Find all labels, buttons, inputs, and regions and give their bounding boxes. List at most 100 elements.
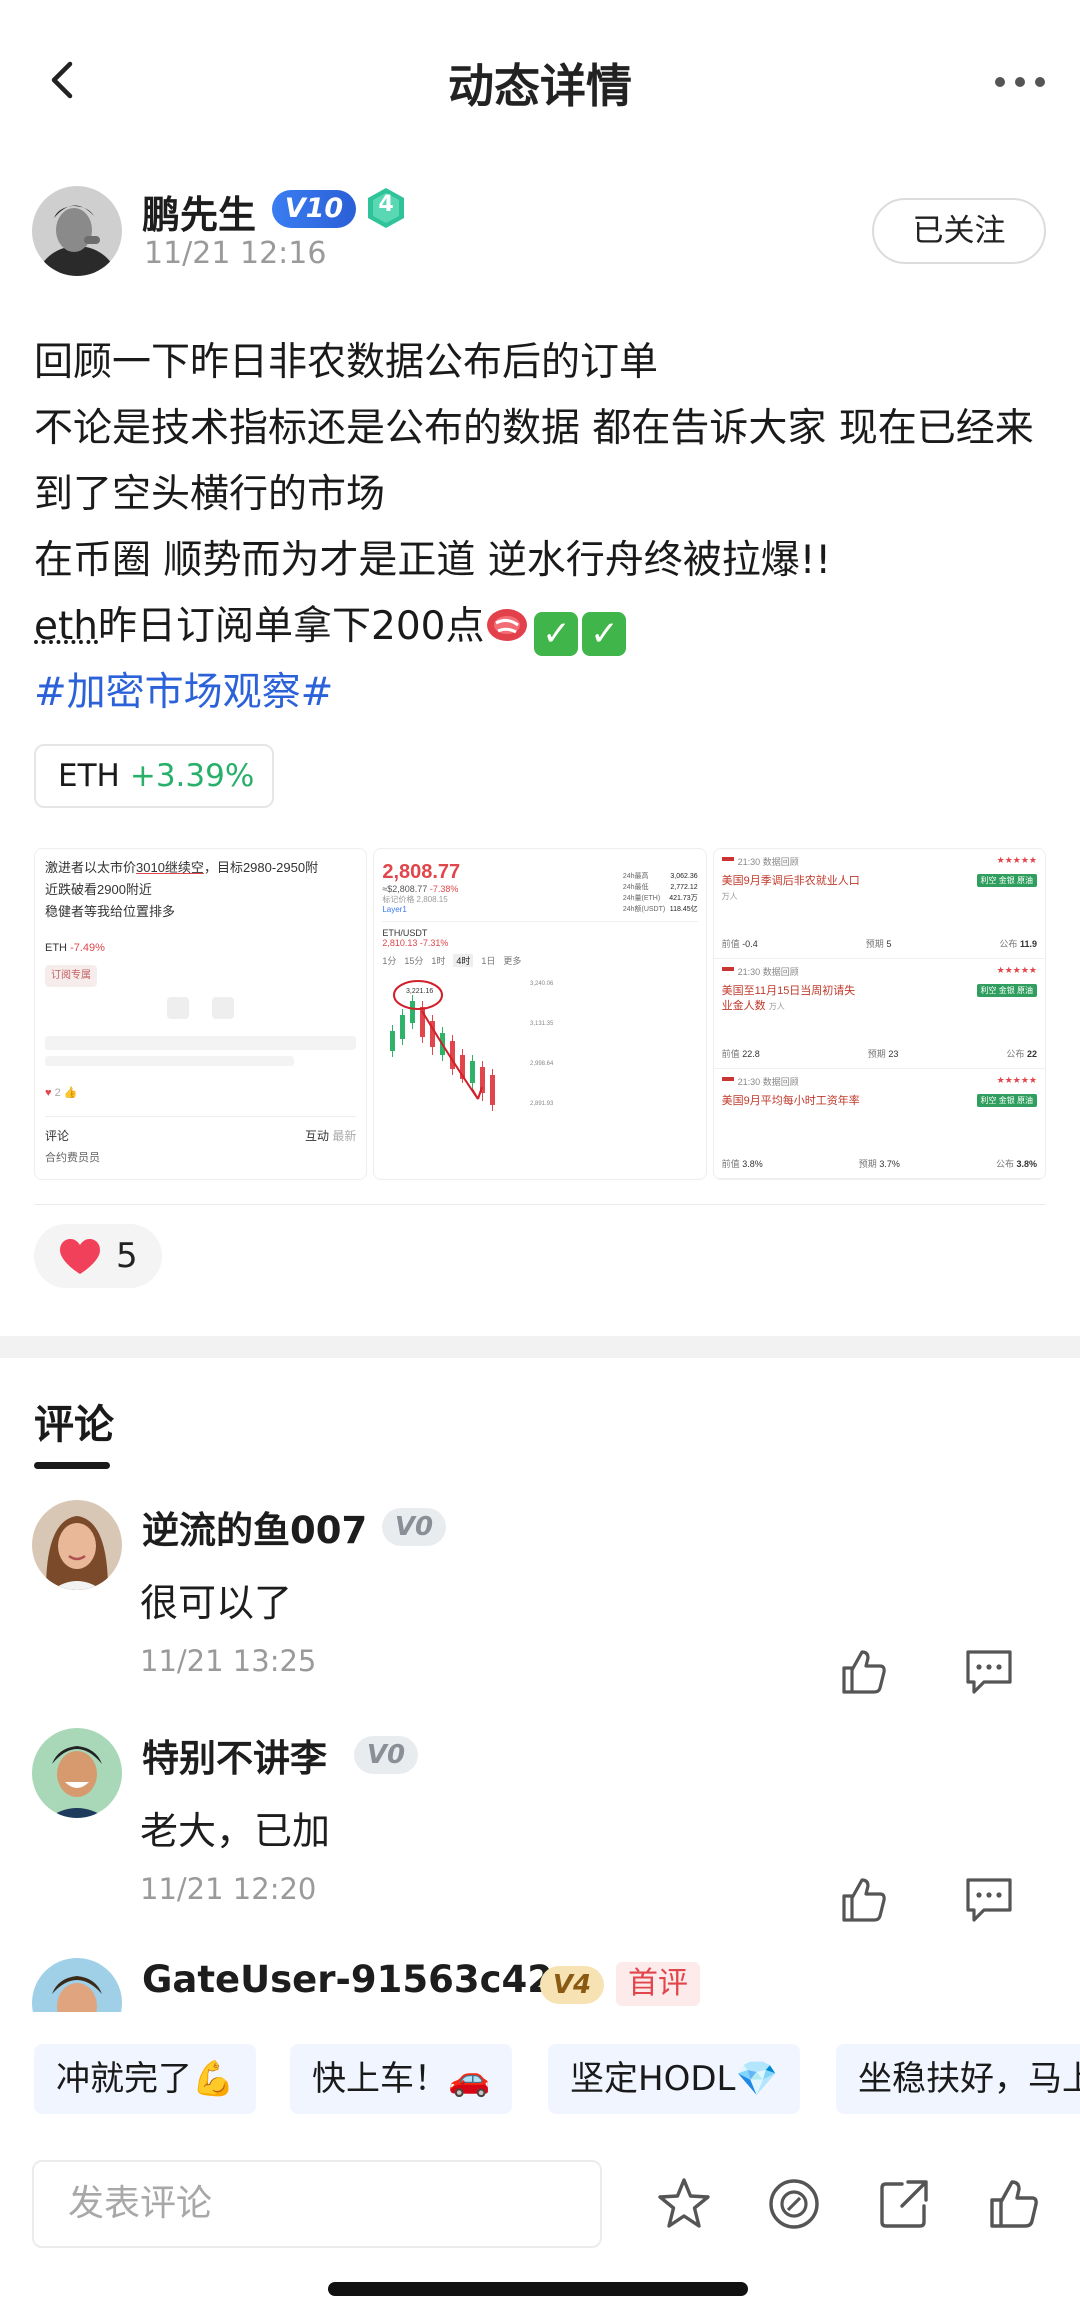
row-prev: -0.4 [742,939,758,949]
data-review-row: 21:30 数据回顾 ★★★★★ 美国至11月15日当周初请失业金人数 万人 利空 金… [713,959,1045,1069]
thumbs-up-icon[interactable] [838,1646,890,1698]
row-time: 21:30 [737,1077,761,1087]
thumbs-up-icon[interactable] [986,2176,1042,2232]
flag-icon [721,857,734,865]
data-review-row: 21:30 数据回顾 ★★★★★ 美国9月平均每小时工资年率 利空 金银 原油 前值 … [713,1069,1045,1179]
star-icon[interactable] [656,2176,712,2232]
reply-bubble-icon[interactable] [962,1874,1016,1926]
img1-text: ，目标2980-2950附 [203,860,319,875]
quick-reply-chip[interactable]: 冲就完了💪 [34,2044,257,2114]
bottom-bar: 发表评论 [0,2132,1080,2312]
reply-bubble-icon[interactable] [962,1646,1016,1698]
row-source: 数据回顾 [762,967,799,977]
tab-comments[interactable]: 评论 [34,1392,114,1450]
img2-stat: 24h量(ETH) [622,895,661,902]
check-emoji-icon: ✓ [534,612,579,656]
commenter-name[interactable]: GateUser-91563c42 [142,1958,553,2001]
post-line: 回顾一下昨日非农数据公布后的订单 [34,340,659,385]
quick-reply-bar: 冲就完了💪 快上车！🚗 坚定HODL💎 坐稳扶好，马上 [0,2012,1080,2132]
row-unit: 万人 [768,1002,785,1011]
comment-item: GateUser-91563c42 V4 首评 [0,1958,1080,2012]
img1-text: 激进者以太市价 [45,860,137,875]
user-level-badge: V4 [540,1966,604,2004]
img2-interval: 1分 [382,956,397,966]
row-act-label: 公布 [999,939,1018,949]
row-tag: 利空 金银 原油 [976,874,1037,887]
img2-axis: 2,998.64 [530,1061,554,1067]
post-text: 昨日订阅单拿下200点 [98,604,485,649]
img1-tag: ETH [45,942,67,954]
user-level-badge: V0 [354,1736,418,1774]
coin-symbol: ETH [58,758,120,794]
img2-axis: 2,891.93 [530,1101,554,1107]
img1-text-hl: 3010继续空 [136,860,204,875]
like-count: 5 [116,1236,138,1276]
commenter-name[interactable]: 逆流的鱼007 [142,1500,367,1554]
comment-time: 11/21 12:20 [140,1872,317,1906]
quick-reply-chip[interactable]: 快上车！🚗 [290,2044,513,2114]
tab-underline [34,1462,110,1469]
candlestick-chart: 3,221.16 3,240.06 3,131.35 2,998.64 2,89… [390,980,554,1111]
level-hex-icon: 4 [366,186,406,230]
img1-latest: 最新 [332,1129,357,1143]
commenter-avatar[interactable] [32,1728,122,1818]
img1-commenter: 合约费员员 [45,1152,100,1164]
img2-stat: 24h额(USDT) [622,906,666,913]
commenter-name[interactable]: 特别不讲李 [142,1728,327,1782]
img2-subpct: -7.38% [429,884,459,894]
hashtag-link[interactable]: #加密市场观察# [34,660,1044,726]
img2-interval: 更多 [503,956,522,966]
user-level-badge: V0 [382,1508,446,1546]
author-avatar[interactable] [32,186,122,276]
img2-stat-val: 118.45亿 [669,906,698,913]
thumbs-up-icon[interactable] [838,1874,890,1926]
author-name[interactable]: 鹏先生 [142,184,256,239]
img2-pair-price: 2,810.13 [382,938,418,948]
row-act: 22 [1026,1049,1037,1059]
comment-time: 11/21 13:25 [140,1644,317,1678]
commenter-avatar[interactable] [32,1500,122,1590]
post-image-2[interactable]: 2,808.77 ≈$2,808.77 -7.38% 标记价格 2,808.15… [373,848,707,1180]
like-button[interactable]: 5 [34,1224,162,1288]
post-time: 11/21 12:16 [144,236,327,271]
coin-change: +3.39% [129,758,255,794]
post-line: 不论是技术指标还是公布的数据 都在告诉大家 现在已经来到了空头横行的市场 [34,406,1034,517]
img2-layer: Layer1 [382,905,407,914]
row-fcst: 3.7% [879,1159,900,1169]
img1-text: 近跌破看2900附近 [45,882,152,897]
comment-input[interactable]: 发表评论 [32,2160,602,2248]
row-tag: 利空 金银 原油 [976,984,1037,997]
img2-interval: 1时 [431,956,446,966]
post-image-1[interactable]: 激进者以太市价3010继续空，目标2980-2950附 近跌破看2900附近 稳… [34,848,368,1180]
img2-stat-val: 421.73万 [669,895,698,902]
coin-tag[interactable]: ETH +3.39% [34,744,274,808]
row-time: 21:30 [737,967,761,977]
coin-icon[interactable] [766,2176,822,2232]
level-number: 4 [378,192,394,217]
follow-button[interactable]: 已关注 [872,198,1046,264]
share-icon[interactable] [876,2176,932,2232]
img2-interval: 15分 [404,956,424,966]
img2-price: 2,808.77 [382,861,461,883]
row-source: 数据回顾 [762,1077,799,1087]
divider [34,1204,1046,1205]
comment-text: 很可以了 [140,1581,293,1625]
vip-badge: V10 [272,190,356,228]
more-icon[interactable] [990,62,1050,102]
flag-icon [721,967,734,975]
quick-reply-chip[interactable]: 坐稳扶好，马上 [836,2044,1080,2114]
post-image-3[interactable]: 21:30 数据回顾 ★★★★★ 美国9月季调后非农就业人口 万人 利空 金银 原油前… [712,848,1046,1180]
img2-stat: 24h最高 [622,873,649,880]
row-act: 11.9 [1019,939,1037,949]
meat-emoji-icon [484,601,530,647]
commenter-avatar[interactable] [32,1958,122,2012]
img2-stat: 24h最低 [622,884,649,891]
img2-mark: 标记价格 2,808.15 [382,895,448,904]
quick-reply-chip[interactable]: 坚定HODL💎 [548,2044,800,2114]
img1-text: 稳健者等我给位置排多 [45,904,176,919]
row-prev: 3.8% [742,1159,763,1169]
eth-link[interactable]: eth [34,604,98,649]
row-prev: 22.8 [742,1049,760,1059]
row-unit: 万人 [721,892,738,901]
row-title: 美国9月季调后非农就业人口 [721,875,860,887]
